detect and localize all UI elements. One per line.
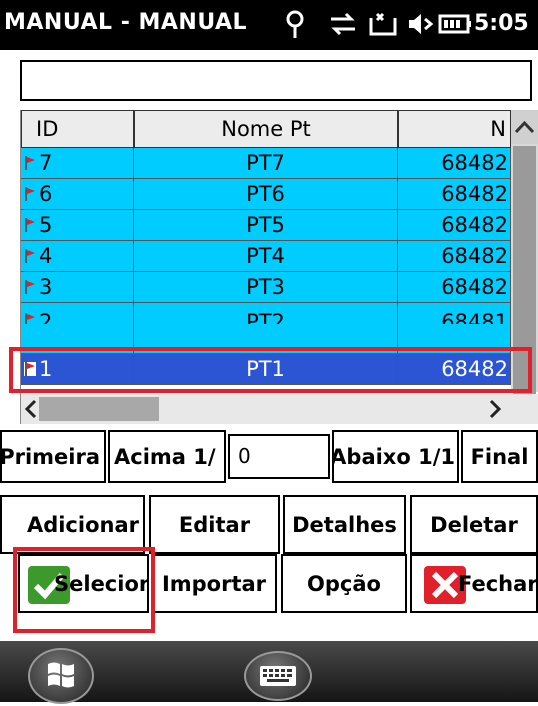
volume-icon[interactable] bbox=[406, 8, 436, 40]
table-row[interactable]: 3 PT3 68482 bbox=[21, 272, 511, 303]
flag-icon bbox=[25, 313, 35, 324]
cell-id: 5 bbox=[21, 210, 134, 241]
edit-button[interactable]: Editar bbox=[149, 495, 280, 554]
horizontal-scrollbar[interactable] bbox=[21, 394, 538, 424]
close-button[interactable]: Fechar bbox=[410, 554, 538, 613]
cell-n: 68482 bbox=[398, 210, 511, 241]
cell-n: 68482 bbox=[398, 148, 511, 179]
details-button[interactable]: Detalhes bbox=[283, 495, 406, 554]
connectivity-icon[interactable] bbox=[326, 8, 360, 40]
cell-name: PT5 bbox=[134, 210, 398, 241]
close-label: Fechar bbox=[458, 571, 538, 596]
keyboard-button[interactable] bbox=[244, 651, 312, 701]
cell-id: 6 bbox=[21, 179, 134, 210]
delete-button[interactable]: Deletar bbox=[410, 495, 538, 554]
battery-icon[interactable] bbox=[438, 8, 472, 40]
cell-name: PT4 bbox=[134, 241, 398, 272]
chevron-right-icon bbox=[489, 399, 502, 419]
cell-n: 68482 bbox=[398, 272, 511, 303]
flag-icon bbox=[25, 249, 35, 263]
table-row[interactable]: 4 PT4 68482 bbox=[21, 241, 511, 272]
window-title: MANUAL - MANUAL bbox=[4, 10, 248, 35]
first-page-button[interactable]: Primeira bbox=[0, 430, 106, 483]
cell-n: 68481 bbox=[398, 303, 511, 324]
final-page-button[interactable]: Final bbox=[461, 430, 538, 483]
page-up-button[interactable]: Acima 1/ bbox=[108, 430, 226, 483]
clock: 5:05 bbox=[474, 11, 529, 36]
cell-name: PT6 bbox=[134, 179, 398, 210]
scroll-up-button[interactable] bbox=[511, 110, 538, 144]
cell-id: 3 bbox=[21, 272, 134, 303]
cell-id: 4 bbox=[21, 241, 134, 272]
chevron-left-icon bbox=[24, 399, 37, 419]
signal-icon[interactable] bbox=[282, 8, 308, 40]
column-header-n[interactable]: N bbox=[398, 110, 511, 148]
keyboard-icon bbox=[260, 666, 296, 686]
selection-highlight-row bbox=[9, 347, 532, 393]
flag-icon bbox=[25, 156, 35, 170]
start-button[interactable] bbox=[28, 648, 94, 704]
table-row[interactable]: 5 PT5 68482 bbox=[21, 210, 511, 241]
cell-name: PT7 bbox=[134, 148, 398, 179]
cell-n: 68482 bbox=[398, 179, 511, 210]
chevron-up-icon bbox=[514, 120, 535, 134]
notification-icon[interactable] bbox=[366, 8, 400, 40]
table-row[interactable]: 2 PT2 68481 bbox=[21, 303, 511, 324]
page-input[interactable]: 0 bbox=[228, 434, 330, 479]
column-header-id[interactable]: ID bbox=[21, 110, 134, 148]
cell-name: PT3 bbox=[134, 272, 398, 303]
selection-highlight-button bbox=[13, 547, 155, 633]
windows-logo-icon bbox=[48, 662, 74, 688]
cell-n: 68482 bbox=[398, 241, 511, 272]
flag-icon bbox=[25, 280, 35, 294]
horizontal-scroll-thumb[interactable] bbox=[39, 397, 159, 421]
status-bar: MANUAL - MANUAL 5:05 bbox=[0, 0, 538, 50]
cell-id: 7 bbox=[21, 148, 134, 179]
search-input[interactable] bbox=[20, 60, 532, 101]
cell-id: 2 bbox=[21, 303, 134, 324]
page-down-button[interactable]: Abaixo 1/1 bbox=[332, 430, 459, 483]
table-row[interactable]: 6 PT6 68482 bbox=[21, 179, 511, 210]
flag-icon bbox=[25, 187, 35, 201]
options-button[interactable]: Opção bbox=[281, 554, 407, 613]
table-row[interactable]: 7 PT7 68482 bbox=[21, 148, 511, 179]
add-button[interactable]: Adicionar bbox=[0, 495, 145, 554]
flag-icon bbox=[25, 218, 35, 232]
import-button[interactable]: Importar bbox=[151, 554, 277, 613]
cell-name: PT2 bbox=[134, 303, 398, 324]
column-header-nome-pt[interactable]: Nome Pt bbox=[134, 110, 398, 148]
